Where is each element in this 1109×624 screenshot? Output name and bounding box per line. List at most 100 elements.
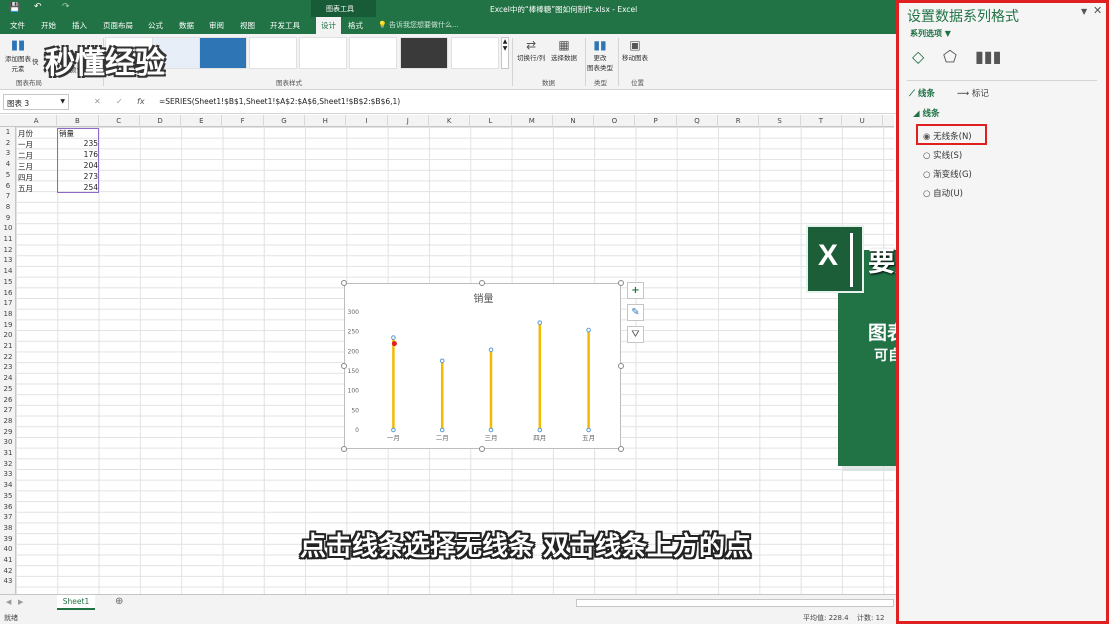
chart-style-5[interactable]	[299, 37, 347, 69]
resize-handle-b[interactable]	[479, 446, 485, 452]
column-header-d[interactable]: D	[140, 115, 182, 127]
row-header-7[interactable]: 7	[0, 192, 16, 200]
column-header-b[interactable]: B	[57, 115, 99, 127]
cell-b3[interactable]: 176	[58, 150, 98, 159]
chart-style-6[interactable]	[349, 37, 397, 69]
resize-handle-r[interactable]	[618, 363, 624, 369]
chart-styles-brush-icon[interactable]: ✎	[627, 304, 644, 321]
line-option-2[interactable]: ○ 渐变线(G)	[923, 168, 972, 180]
ribbon-tab-0[interactable]: 文件	[10, 20, 25, 31]
row-header-12[interactable]: 12	[0, 246, 16, 254]
line-section-header[interactable]: ◢ 线条	[913, 107, 940, 119]
effects-pentagon-icon[interactable]: ⬠	[943, 47, 957, 66]
series-options-bars-icon[interactable]: ▮▮▮	[975, 47, 1001, 66]
column-header-u[interactable]: U	[842, 115, 884, 127]
row-header-13[interactable]: 13	[0, 256, 16, 264]
row-header-18[interactable]: 18	[0, 310, 16, 318]
base-marker-2[interactable]	[488, 427, 494, 433]
resize-handle-br[interactable]	[618, 446, 624, 452]
resize-handle-t[interactable]	[479, 280, 485, 286]
top-marker-1[interactable]	[439, 358, 445, 364]
tell-me-box[interactable]: 💡 告诉我您想要做什么...	[378, 20, 459, 30]
row-header-6[interactable]: 6	[0, 182, 16, 190]
ribbon-tab-9[interactable]: 设计	[316, 17, 341, 34]
base-marker-0[interactable]	[391, 427, 396, 433]
ribbon-tab-6[interactable]: 审阅	[209, 20, 224, 31]
selected-point-marker[interactable]	[391, 341, 397, 347]
chart-style-8[interactable]	[451, 37, 499, 69]
sheet-nav-next-icon[interactable]: ▶	[18, 598, 23, 606]
change-chart-type-button[interactable]: ▮▮ 更改 图表类型	[587, 38, 613, 72]
cell-a5[interactable]: 四月	[18, 172, 33, 183]
row-header-9[interactable]: 9	[0, 214, 16, 222]
column-header-j[interactable]: J	[388, 115, 429, 127]
base-marker-4[interactable]	[586, 427, 591, 433]
row-header-25[interactable]: 25	[0, 385, 16, 393]
row-header-20[interactable]: 20	[0, 331, 16, 339]
move-chart-button[interactable]: ▣ 移动图表	[622, 38, 648, 62]
row-header-21[interactable]: 21	[0, 342, 16, 350]
pane-close-icon[interactable]: ✕	[1093, 4, 1102, 17]
tab-marker[interactable]: ⟿ 标记	[957, 87, 989, 99]
quick-layout-button[interactable]: 快	[32, 56, 39, 66]
undo-icon[interactable]: ↶	[34, 2, 42, 12]
column-header-c[interactable]: C	[99, 115, 140, 127]
chart-style-4[interactable]	[249, 37, 297, 69]
row-header-16[interactable]: 16	[0, 289, 16, 297]
row-header-11[interactable]: 11	[0, 235, 16, 243]
radio-icon[interactable]: ○	[923, 189, 933, 199]
column-header-p[interactable]: P	[636, 115, 677, 127]
ribbon-tab-7[interactable]: 视图	[240, 20, 255, 31]
insert-function-icon[interactable]: fx	[137, 97, 145, 106]
ribbon-tab-3[interactable]: 页面布局	[103, 20, 133, 31]
cell-a2[interactable]: 一月	[18, 139, 33, 150]
ribbon-tab-10[interactable]: 格式	[348, 20, 363, 31]
column-header-n[interactable]: N	[553, 115, 595, 127]
ribbon-tab-8[interactable]: 开发工具	[270, 20, 300, 31]
row-header-4[interactable]: 4	[0, 160, 16, 168]
chart-style-3[interactable]	[199, 37, 247, 69]
row-header-34[interactable]: 34	[0, 481, 16, 489]
ribbon-tab-5[interactable]: 数据	[179, 20, 194, 31]
row-header-8[interactable]: 8	[0, 203, 16, 211]
horizontal-scrollbar[interactable]	[576, 599, 894, 607]
column-header-q[interactable]: Q	[677, 115, 719, 127]
column-header-s[interactable]: S	[759, 115, 801, 127]
row-header-32[interactable]: 32	[0, 460, 16, 468]
ribbon-tab-2[interactable]: 插入	[72, 20, 87, 31]
row-header-29[interactable]: 29	[0, 428, 16, 436]
resize-handle-tl[interactable]	[341, 280, 347, 286]
row-header-5[interactable]: 5	[0, 171, 16, 179]
row-header-33[interactable]: 33	[0, 470, 16, 478]
column-header-r[interactable]: R	[718, 115, 760, 127]
base-marker-1[interactable]	[439, 427, 445, 433]
chart-plot[interactable]: 0 50 100 150 200 250 300 一月 二月 三月 四月 五月	[345, 284, 622, 450]
resize-handle-bl[interactable]	[341, 446, 347, 452]
ribbon-tab-4[interactable]: 公式	[148, 20, 163, 31]
row-header-30[interactable]: 30	[0, 438, 16, 446]
ribbon-tab-1[interactable]: 开始	[41, 20, 56, 31]
row-header-35[interactable]: 35	[0, 492, 16, 500]
radio-icon[interactable]: ○	[923, 151, 933, 161]
styles-scroll[interactable]: ▲ ▼	[501, 37, 509, 69]
cell-b4[interactable]: 204	[58, 161, 98, 170]
add-chart-element-button[interactable]: ▮▮ 添加图表 元素	[3, 38, 33, 73]
row-header-43[interactable]: 43	[0, 577, 16, 585]
tab-line[interactable]: ⟋ 线条	[909, 87, 935, 99]
column-header-l[interactable]: L	[470, 115, 512, 127]
column-header-m[interactable]: M	[512, 115, 553, 127]
radio-icon[interactable]: ○	[923, 170, 933, 180]
column-header-t[interactable]: T	[801, 115, 842, 127]
chart-filter-icon[interactable]: ⛛	[627, 326, 644, 343]
chart-object[interactable]: 销量 0 50 100 150 200 250 300 一月 二月 三月 四月 五月	[344, 283, 621, 449]
row-header-10[interactable]: 10	[0, 224, 16, 232]
cell-a6[interactable]: 五月	[18, 183, 33, 194]
row-header-3[interactable]: 3	[0, 149, 16, 157]
row-header-37[interactable]: 37	[0, 513, 16, 521]
row-header-26[interactable]: 26	[0, 396, 16, 404]
fill-line-icon[interactable]: ◇	[912, 47, 924, 66]
name-box[interactable]: 图表 3 ▼	[3, 94, 69, 110]
row-header-28[interactable]: 28	[0, 417, 16, 425]
sheet-nav-prev-icon[interactable]: ◀	[6, 598, 11, 606]
column-header-i[interactable]: I	[346, 115, 388, 127]
